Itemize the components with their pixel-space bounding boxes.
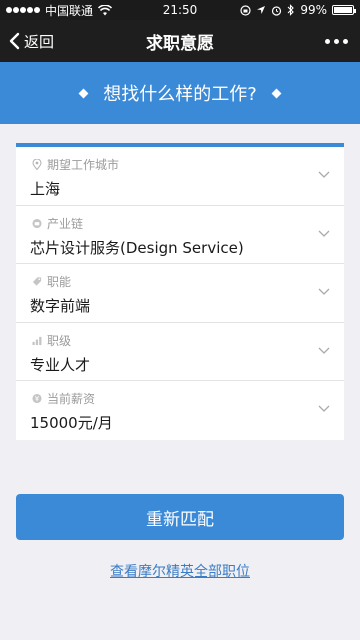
battery-level bbox=[334, 7, 352, 13]
chevron-down-icon bbox=[318, 230, 330, 237]
chevron-down-icon bbox=[318, 288, 330, 296]
rematch-button[interactable]: 重新匹配 bbox=[16, 494, 344, 540]
field-value: 芯片设计服务(Design Service) bbox=[30, 238, 244, 257]
field-label: 职能 bbox=[47, 275, 72, 290]
field-value: 专业人才 bbox=[30, 355, 91, 374]
tag-icon bbox=[32, 277, 42, 286]
diamond-right-icon bbox=[271, 88, 282, 98]
hero-banner: 想找什么样的工作? bbox=[0, 62, 360, 124]
alarm-icon bbox=[272, 5, 282, 16]
page-title: 求职意愿 bbox=[146, 33, 214, 54]
bluetooth-icon bbox=[287, 4, 295, 16]
chevron-down-icon bbox=[318, 171, 330, 178]
field-value: 15000元/月 bbox=[30, 414, 113, 433]
field-label-row: 职能 bbox=[32, 273, 71, 290]
battery-percent: 99% bbox=[300, 3, 327, 17]
back-label: 返回 bbox=[24, 32, 55, 51]
field-label: 产业链 bbox=[47, 216, 84, 231]
status-bar: 中国联通 21:50 99% bbox=[0, 0, 360, 20]
field-label: 职级 bbox=[47, 333, 72, 348]
field-value: 上海 bbox=[30, 180, 61, 198]
field-label-row: 产业链 bbox=[32, 215, 83, 232]
chevron-left-icon bbox=[9, 32, 20, 50]
field-label: 当前薪资 bbox=[47, 392, 96, 407]
back-button[interactable]: 返回 bbox=[8, 20, 54, 62]
lock-rotation-icon bbox=[240, 4, 251, 16]
preferences-form: 期望工作城市 上海 产业链 芯片设计服务(Design Service) 职能 bbox=[16, 143, 344, 440]
field-label-row: 职级 bbox=[32, 332, 71, 349]
chevron-down-icon bbox=[318, 405, 330, 413]
view-all-jobs-link[interactable]: 查看摩尔精英全部职位 bbox=[0, 561, 360, 581]
signal-strength-icon bbox=[6, 7, 40, 13]
nav-bar: 返回 求职意愿 bbox=[0, 20, 360, 62]
carrier-label: 中国联通 bbox=[45, 3, 94, 18]
diamond-left-icon bbox=[78, 88, 89, 98]
field-industry-chain[interactable]: 产业链 芯片设计服务(Design Service) bbox=[16, 206, 344, 265]
more-options-icon[interactable] bbox=[325, 20, 348, 62]
field-level[interactable]: 职级 专业人才 bbox=[16, 323, 344, 382]
field-function[interactable]: 职能 数字前端 bbox=[16, 264, 344, 323]
field-value: 数字前端 bbox=[30, 297, 91, 316]
field-salary[interactable]: 当前薪资 15000元/月 bbox=[16, 381, 344, 440]
field-label-row: 当前薪资 bbox=[32, 390, 95, 407]
field-label-row: 期望工作城市 bbox=[32, 156, 119, 173]
status-left: 中国联通 bbox=[6, 2, 113, 19]
status-right: 99% bbox=[240, 3, 356, 17]
field-label: 期望工作城市 bbox=[47, 158, 120, 172]
battery-icon bbox=[332, 5, 356, 15]
chevron-down-icon bbox=[318, 347, 330, 354]
salary-circle-icon bbox=[32, 394, 42, 404]
bar-chart-icon bbox=[32, 336, 42, 345]
location-pin-icon bbox=[32, 159, 42, 170]
wifi-icon bbox=[98, 4, 113, 15]
hero-title: 想找什么样的工作? bbox=[103, 84, 257, 105]
location-arrow-icon bbox=[257, 6, 266, 14]
field-city[interactable]: 期望工作城市 上海 bbox=[16, 147, 344, 206]
industry-circle-icon bbox=[32, 218, 42, 228]
